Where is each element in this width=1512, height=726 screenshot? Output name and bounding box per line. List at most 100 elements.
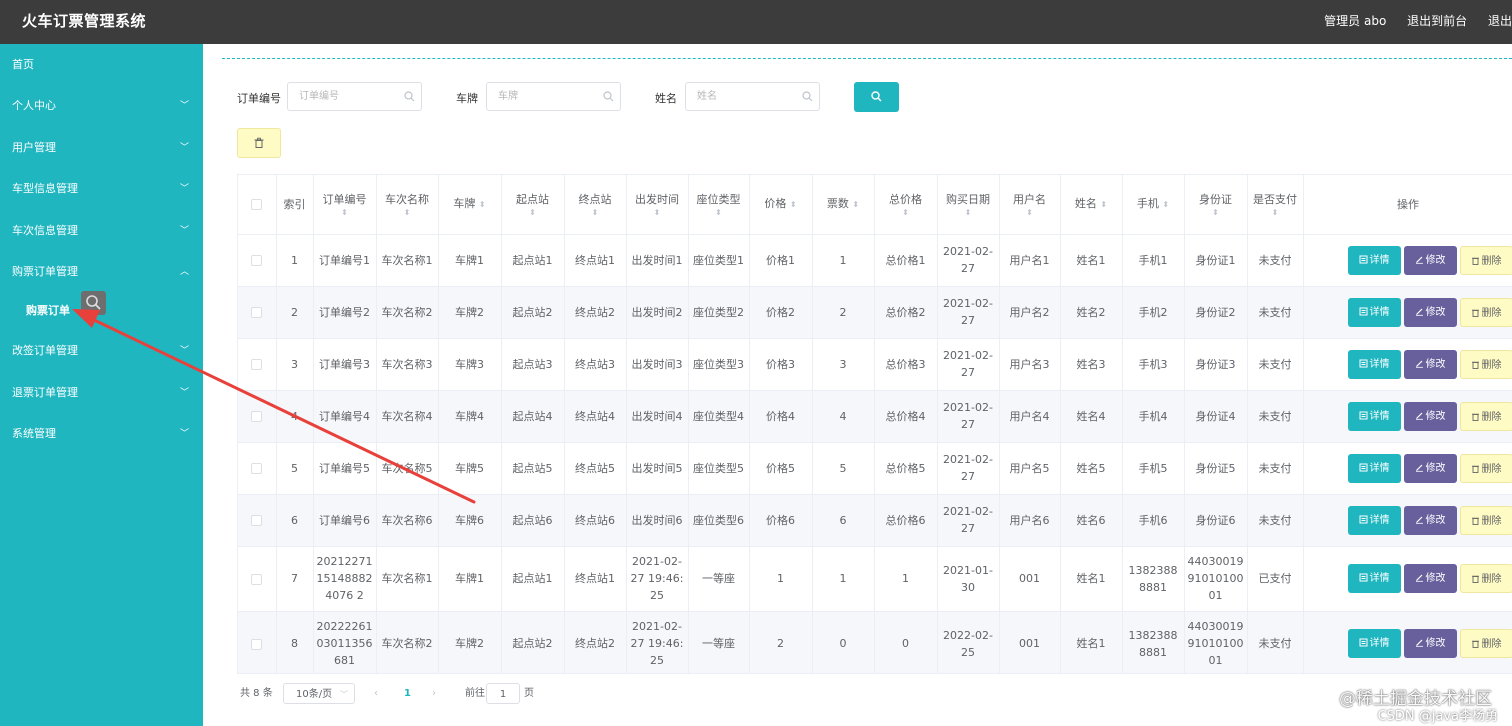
detail-button[interactable]: 详情 [1347, 453, 1401, 483]
sidebar-item-personal-center[interactable]: 个人中心 ﹀ [0, 86, 203, 126]
sidebar-item-home[interactable]: 首页 [0, 45, 203, 85]
row-select-cell[interactable] [238, 390, 277, 443]
sort-icon[interactable]: ⬍ [505, 208, 561, 217]
sort-icon[interactable]: ⬍ [630, 208, 685, 217]
sort-icon[interactable]: ⬍ [1100, 200, 1107, 209]
name-field[interactable] [685, 82, 820, 111]
order-no-field[interactable] [287, 82, 422, 111]
next-page-button[interactable]: › [432, 683, 436, 705]
detail-button[interactable]: 详情 [1347, 505, 1401, 535]
page-number-current[interactable]: 1 [404, 683, 411, 705]
row-select-cell[interactable] [238, 546, 277, 612]
sort-icon[interactable]: ⬍ [692, 208, 746, 217]
row-checkbox[interactable] [251, 638, 263, 650]
select-all-cell[interactable] [238, 175, 277, 235]
logout-link[interactable]: 退出 [1488, 14, 1512, 28]
edit-button[interactable]: 修改 [1403, 245, 1457, 275]
row-checkbox[interactable] [251, 411, 263, 422]
search-icon[interactable] [81, 291, 106, 315]
row-select-cell[interactable] [238, 234, 277, 287]
batch-delete-button[interactable] [237, 128, 281, 158]
row-select-cell[interactable] [238, 494, 277, 547]
sort-icon[interactable]: ⬍ [1003, 208, 1057, 217]
detail-button[interactable]: 详情 [1347, 401, 1401, 431]
plate-field[interactable] [486, 82, 621, 111]
order-no-input[interactable] [288, 83, 398, 110]
sort-icon[interactable]: ⬍ [1162, 200, 1169, 209]
plate-input[interactable] [487, 83, 597, 110]
sort-icon[interactable]: ⬍ [1188, 208, 1244, 217]
sort-icon[interactable]: ⬍ [479, 200, 486, 209]
edit-button[interactable]: 修改 [1403, 401, 1457, 431]
edit-button[interactable]: 修改 [1403, 505, 1457, 535]
col-header[interactable]: 订单编号 ⬍ [313, 175, 377, 235]
sort-icon[interactable]: ⬍ [941, 208, 996, 217]
col-header[interactable]: 座位类型 ⬍ [688, 175, 750, 235]
row-checkbox[interactable] [251, 307, 263, 318]
row-checkbox[interactable] [251, 359, 263, 370]
col-header[interactable]: 车次名称 ⬍ [376, 175, 439, 235]
sort-icon[interactable]: ⬍ [317, 208, 373, 217]
delete-button[interactable]: 删除 [1459, 505, 1512, 535]
col-header[interactable]: 票数 ⬍ [812, 175, 875, 235]
delete-button[interactable]: 删除 [1459, 349, 1512, 379]
edit-button[interactable]: 修改 [1403, 629, 1457, 658]
delete-button[interactable]: 删除 [1459, 297, 1512, 327]
col-header[interactable]: 终点站 ⬍ [564, 175, 627, 235]
sort-icon[interactable]: ⬍ [878, 208, 934, 217]
delete-button[interactable]: 删除 [1459, 629, 1512, 658]
exit-to-frontend-link[interactable]: 退出到前台 [1407, 14, 1467, 28]
sidebar-item-train-schedule[interactable]: 车次信息管理 ﹀ [0, 211, 203, 251]
search-button[interactable] [854, 82, 899, 112]
row-select-cell[interactable] [238, 442, 277, 495]
col-header[interactable]: 手机 ⬍ [1122, 175, 1185, 235]
sidebar-item-train-type[interactable]: 车型信息管理 ﹀ [0, 169, 203, 209]
sort-icon[interactable]: ⬍ [380, 208, 435, 217]
edit-button[interactable]: 修改 [1403, 564, 1457, 593]
row-select-cell[interactable] [238, 611, 277, 673]
admin-user-label[interactable]: 管理员 abo [1324, 14, 1386, 28]
delete-button[interactable]: 删除 [1459, 564, 1512, 593]
sidebar-item-refund-orders[interactable]: 退票订单管理 ﹀ [0, 373, 203, 413]
prev-page-button[interactable]: ‹ [374, 683, 378, 705]
col-header[interactable]: 起点站 ⬍ [501, 175, 565, 235]
col-header[interactable]: 用户名 ⬍ [999, 175, 1061, 235]
row-checkbox[interactable] [251, 515, 263, 526]
delete-button[interactable]: 删除 [1459, 453, 1512, 483]
col-header[interactable]: 车牌 ⬍ [438, 175, 502, 235]
sort-icon[interactable]: ⬍ [790, 200, 797, 209]
sidebar-item-purchase-orders[interactable]: 购票订单管理 ︿ [0, 252, 203, 292]
sidebar-item-user-management[interactable]: 用户管理 ﹀ [0, 128, 203, 168]
row-select-cell[interactable] [238, 338, 277, 391]
delete-button[interactable]: 删除 [1459, 245, 1512, 275]
delete-button[interactable]: 删除 [1459, 401, 1512, 431]
name-input[interactable] [686, 83, 796, 110]
row-select-cell[interactable] [238, 286, 277, 339]
col-header[interactable]: 价格 ⬍ [749, 175, 813, 235]
sort-icon[interactable]: ⬍ [852, 200, 859, 209]
page-size-select[interactable]: 10条/页 ﹀ [283, 683, 355, 704]
detail-button[interactable]: 详情 [1347, 629, 1401, 658]
detail-button[interactable]: 详情 [1347, 349, 1401, 379]
col-header[interactable]: 购买日期 ⬍ [937, 175, 1000, 235]
edit-button[interactable]: 修改 [1403, 453, 1457, 483]
detail-button[interactable]: 详情 [1347, 245, 1401, 275]
edit-button[interactable]: 修改 [1403, 297, 1457, 327]
col-header[interactable]: 出发时间 ⬍ [626, 175, 689, 235]
col-header[interactable]: 身份证 ⬍ [1184, 175, 1248, 235]
sort-icon[interactable]: ⬍ [1251, 208, 1300, 217]
detail-button[interactable]: 详情 [1347, 564, 1401, 593]
row-checkbox[interactable] [251, 255, 263, 266]
sidebar-item-system-management[interactable]: 系统管理 ﹀ [0, 414, 203, 454]
sort-icon[interactable]: ⬍ [568, 208, 623, 217]
sidebar-item-change-orders[interactable]: 改签订单管理 ﹀ [0, 331, 203, 371]
select-all-checkbox[interactable] [251, 199, 263, 211]
goto-page-input[interactable]: 1 [486, 683, 520, 704]
detail-button[interactable]: 详情 [1347, 297, 1401, 327]
row-checkbox[interactable] [251, 463, 263, 474]
edit-button[interactable]: 修改 [1403, 349, 1457, 379]
row-checkbox[interactable] [251, 573, 263, 585]
col-header[interactable]: 姓名 ⬍ [1060, 175, 1123, 235]
col-header[interactable]: 总价格 ⬍ [874, 175, 938, 235]
col-header[interactable]: 是否支付 ⬍ [1247, 175, 1304, 235]
